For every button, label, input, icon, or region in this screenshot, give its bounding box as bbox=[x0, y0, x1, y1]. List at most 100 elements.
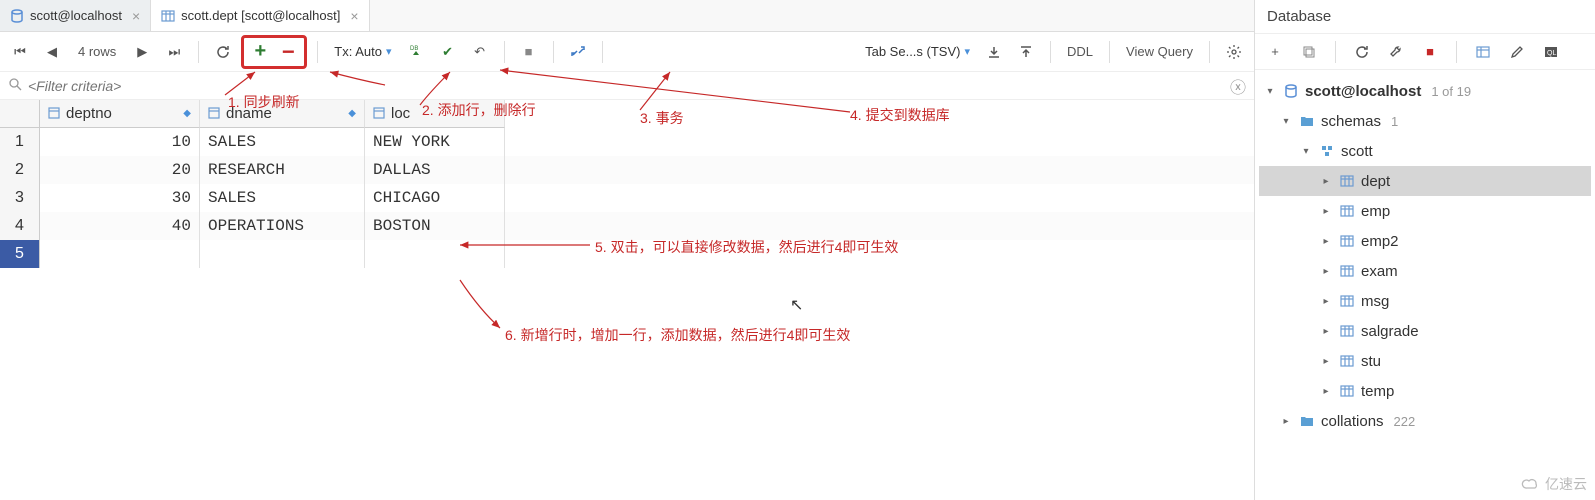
tree-table-emp[interactable]: ▸ emp bbox=[1259, 196, 1591, 226]
cell-loc[interactable]: CHICAGO bbox=[365, 184, 505, 212]
submit-icon[interactable]: ✔ bbox=[434, 38, 462, 66]
table-icon bbox=[1339, 383, 1355, 399]
database-toolbar: + ■ QL bbox=[1255, 34, 1595, 70]
tree-table-label: emp bbox=[1361, 203, 1390, 220]
table-row[interactable]: 5 bbox=[0, 240, 1254, 268]
rownum-cell[interactable]: 2 bbox=[0, 156, 40, 184]
compare-icon[interactable] bbox=[564, 38, 592, 66]
table-row[interactable]: 330SALESCHICAGO bbox=[0, 184, 1254, 212]
tree-table-label: salgrade bbox=[1361, 323, 1419, 340]
ddl-button[interactable]: DDL bbox=[1061, 38, 1099, 66]
tree-table-emp2[interactable]: ▸emp2 bbox=[1259, 226, 1591, 256]
rownum-cell[interactable]: 3 bbox=[0, 184, 40, 212]
chevron-right-icon: ▸ bbox=[1319, 236, 1333, 247]
schema-icon bbox=[1319, 143, 1335, 159]
tree-table-temp[interactable]: ▸temp bbox=[1259, 376, 1591, 406]
tree-table-label: msg bbox=[1361, 293, 1389, 310]
cell-loc[interactable]: DALLAS bbox=[365, 156, 505, 184]
cell-dname[interactable]: SALES bbox=[200, 128, 365, 156]
rownum-cell[interactable]: 1 bbox=[0, 128, 40, 156]
tree-collations[interactable]: ▸ collations 222 bbox=[1259, 406, 1591, 436]
sort-indicator-icon: ◆ bbox=[183, 108, 191, 119]
cell-loc[interactable]: NEW YORK bbox=[365, 128, 505, 156]
rownum-header[interactable] bbox=[0, 100, 40, 128]
separator bbox=[553, 41, 554, 63]
tree-table-msg[interactable]: ▸ msg bbox=[1259, 286, 1591, 316]
table-row[interactable]: 220RESEARCHDALLAS bbox=[0, 156, 1254, 184]
separator bbox=[1209, 41, 1210, 63]
export-down-icon[interactable] bbox=[980, 38, 1008, 66]
close-icon[interactable]: × bbox=[132, 8, 140, 24]
stop-icon[interactable]: ■ bbox=[515, 38, 543, 66]
duplicate-icon[interactable] bbox=[1295, 38, 1323, 66]
cell-dname[interactable]: SALES bbox=[200, 184, 365, 212]
settings-icon[interactable] bbox=[1220, 38, 1248, 66]
separator bbox=[317, 41, 318, 63]
table-view-icon[interactable] bbox=[1469, 38, 1497, 66]
column-icon bbox=[208, 107, 222, 121]
cell-dname[interactable] bbox=[200, 240, 365, 268]
column-header-deptno[interactable]: deptno ◆ bbox=[40, 100, 200, 128]
separator bbox=[1456, 41, 1457, 63]
table-icon bbox=[1339, 173, 1355, 189]
cell-deptno[interactable]: 20 bbox=[40, 156, 200, 184]
add-row-button[interactable]: + bbox=[246, 38, 274, 66]
rownum-cell[interactable]: 4 bbox=[0, 212, 40, 240]
clear-filter-icon[interactable]: ⓧ bbox=[1230, 74, 1246, 98]
table-row[interactable]: 110SALESNEW YORK bbox=[0, 128, 1254, 156]
tree-table-label: exam bbox=[1361, 263, 1398, 280]
close-icon[interactable]: × bbox=[350, 8, 358, 24]
chevron-down-icon: ▾ bbox=[1263, 86, 1277, 97]
cell-loc[interactable]: BOSTON bbox=[365, 212, 505, 240]
last-page-icon[interactable]: ⏭ bbox=[160, 38, 188, 66]
filter-input[interactable] bbox=[28, 78, 1224, 94]
column-header-dname[interactable]: dname ◆ bbox=[200, 100, 365, 128]
prev-page-icon[interactable]: ◀ bbox=[38, 38, 66, 66]
tree-schema-scott[interactable]: ▾ scott bbox=[1259, 136, 1591, 166]
stop-icon[interactable]: ■ bbox=[1416, 38, 1444, 66]
view-query-button[interactable]: View Query bbox=[1120, 38, 1199, 66]
table-icon bbox=[161, 9, 175, 23]
tab-table[interactable]: scott.dept [scott@localhost] × bbox=[151, 0, 369, 31]
separator bbox=[504, 41, 505, 63]
tab-connection[interactable]: scott@localhost × bbox=[0, 0, 151, 31]
cell-deptno[interactable] bbox=[40, 240, 200, 268]
wrench-icon[interactable] bbox=[1382, 38, 1410, 66]
cell-deptno[interactable]: 30 bbox=[40, 184, 200, 212]
refresh-icon[interactable] bbox=[209, 38, 237, 66]
rownum-cell[interactable]: 5 bbox=[0, 240, 40, 268]
cell-dname[interactable]: RESEARCH bbox=[200, 156, 365, 184]
commit-db-icon[interactable]: DB bbox=[402, 38, 430, 66]
chevron-right-icon: ▸ bbox=[1319, 206, 1333, 217]
cell-deptno[interactable]: 10 bbox=[40, 128, 200, 156]
export-format-dropdown[interactable]: Tab Se...s (TSV) ▾ bbox=[859, 44, 976, 59]
remove-row-button[interactable]: − bbox=[274, 38, 302, 66]
tree-table-dept[interactable]: ▸dept bbox=[1259, 166, 1591, 196]
tree-table-stu[interactable]: ▸stu bbox=[1259, 346, 1591, 376]
add-remove-group: + − bbox=[241, 35, 307, 69]
column-header-loc[interactable]: loc bbox=[365, 100, 505, 128]
tree-table-label: dept bbox=[1361, 173, 1390, 190]
first-page-icon[interactable]: ⏮ bbox=[6, 38, 34, 66]
edit-icon[interactable] bbox=[1503, 38, 1531, 66]
tree-table-salgrade[interactable]: ▸ salgrade bbox=[1259, 316, 1591, 346]
new-icon[interactable]: + bbox=[1261, 38, 1289, 66]
search-icon bbox=[8, 77, 22, 94]
next-page-icon[interactable]: ▶ bbox=[128, 38, 156, 66]
tx-mode-dropdown[interactable]: Tx: Auto ▾ bbox=[328, 44, 397, 59]
refresh-icon[interactable] bbox=[1348, 38, 1376, 66]
import-up-icon[interactable] bbox=[1012, 38, 1040, 66]
filter-bar: ⓧ bbox=[0, 72, 1254, 100]
table-row[interactable]: 440OPERATIONSBOSTON bbox=[0, 212, 1254, 240]
chevron-right-icon: ▸ bbox=[1319, 326, 1333, 337]
tree-schemas[interactable]: ▾ schemas 1 bbox=[1259, 106, 1591, 136]
chevron-right-icon: ▸ bbox=[1319, 296, 1333, 307]
cell-loc[interactable] bbox=[365, 240, 505, 268]
cell-deptno[interactable]: 40 bbox=[40, 212, 200, 240]
tree-table-exam[interactable]: ▸exam bbox=[1259, 256, 1591, 286]
console-icon[interactable]: QL bbox=[1537, 38, 1565, 66]
cell-dname[interactable]: OPERATIONS bbox=[200, 212, 365, 240]
svg-text:QL: QL bbox=[1547, 50, 1556, 57]
revert-icon[interactable]: ↶ bbox=[466, 38, 494, 66]
tree-datasource[interactable]: ▾ scott@localhost 1 of 19 bbox=[1259, 76, 1591, 106]
